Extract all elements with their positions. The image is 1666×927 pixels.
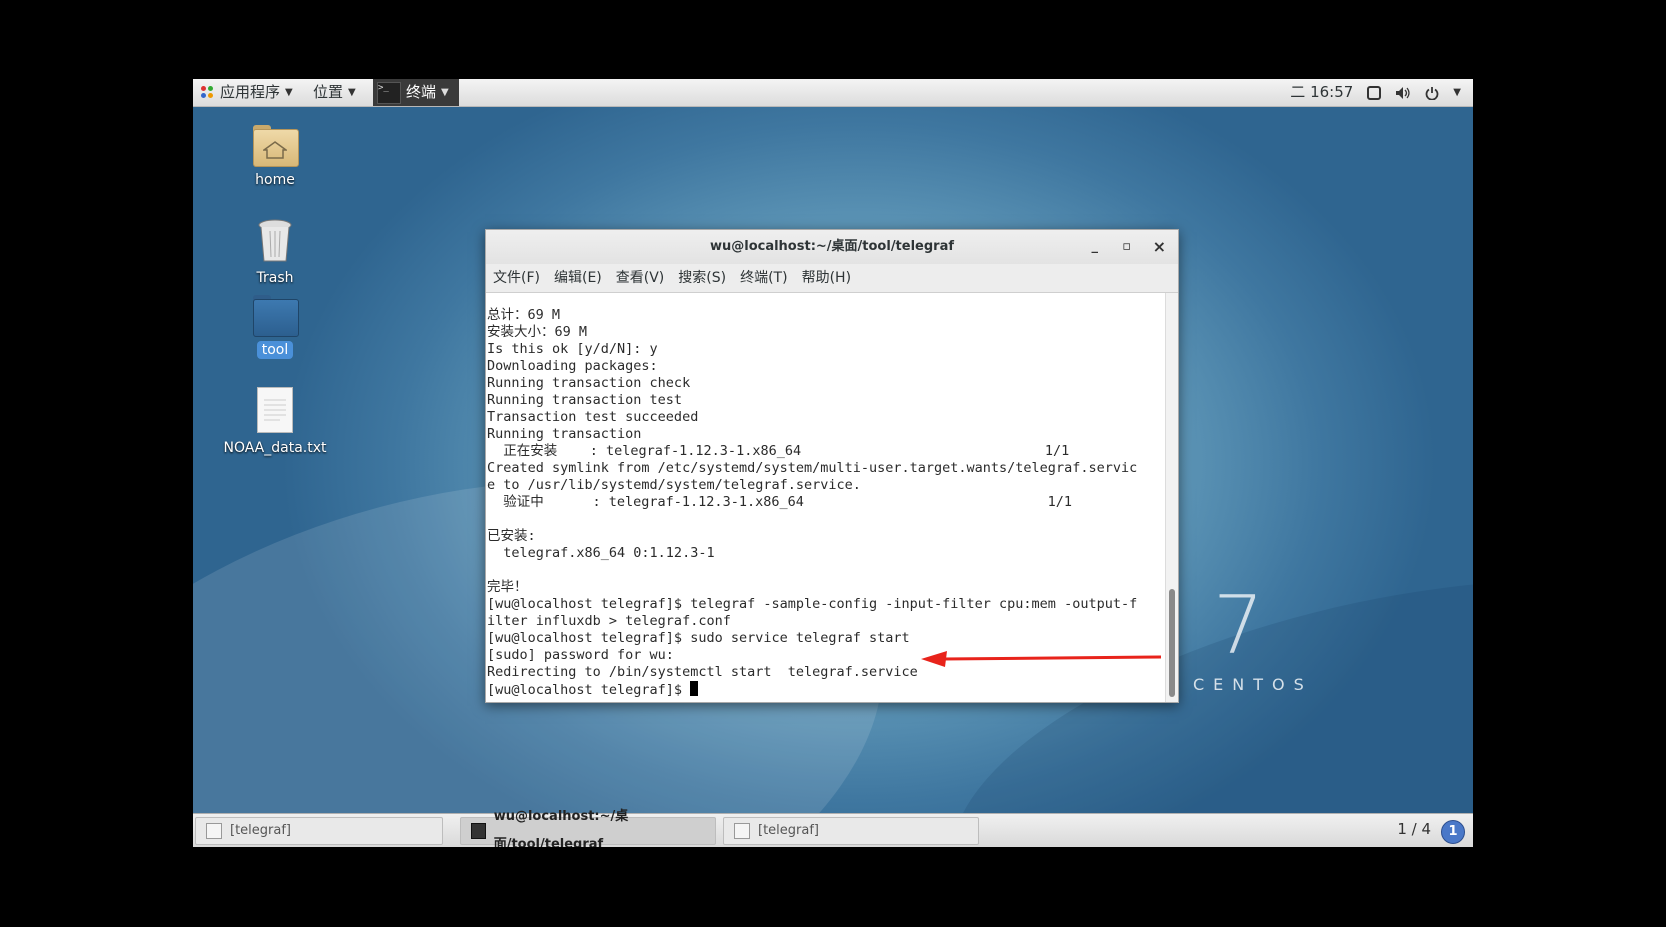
desktop-icon-noaa-data[interactable]: NOAA_data.txt [215,387,335,457]
terminal-line: 总计：69 M [487,307,561,323]
terminal-line: telegraf.x86_64 0:1.12.3-1 [487,545,715,561]
terminal-line: [sudo] password for wu: [487,647,674,663]
terminal-app-label: 终端 [406,83,437,101]
taskbar-item-active[interactable]: wu@localhost:~/桌面/tool/telegraf [460,809,716,847]
terminal-icon [471,823,486,839]
home-folder-icon [253,125,299,167]
bottom-taskbar: [telegraf] wu@localhost:~/桌面/tool/telegr… [193,809,1473,847]
text-cursor [690,681,699,696]
terminal-line: Is this ok [y/d/N]: y [487,341,658,357]
menu-terminal[interactable]: 终端(T) [740,264,787,292]
volume-icon[interactable] [1395,86,1411,100]
chevron-down-icon: ▼ [441,87,449,98]
top-panel: 应用程序 ▼ 位置 ▼ >_ 终端 ▼ 二 16:57 ▼ [193,79,1473,107]
taskbar-item-label: [telegraf] [758,823,819,838]
window-icon [206,823,222,839]
terminal-app-menu[interactable]: >_ 终端 ▼ [373,79,459,106]
places-menu[interactable]: 位置 ▼ [313,79,356,106]
terminal-output[interactable]: 总计：69 M 安装大小：69 M Is this ok [y/d/N]: y … [486,293,1166,702]
menu-help[interactable]: 帮助(H) [802,264,851,292]
desktop: 应用程序 ▼ 位置 ▼ >_ 终端 ▼ 二 16:57 ▼ home Trash… [193,79,1473,847]
text-file-icon [257,387,293,433]
menu-view[interactable]: 查看(V) [616,264,665,292]
menu-file[interactable]: 文件(F) [493,264,540,292]
desktop-icon-tool[interactable]: tool [215,295,335,359]
desktop-icon-label: home [255,172,295,188]
minimize-button[interactable]: _ [1092,230,1099,264]
desktop-icon-home[interactable]: home [215,125,335,189]
terminal-line: 正在安装 : telegraf-1.12.3-1.x86_64 1/1 [487,443,1070,459]
terminal-line: [wu@localhost telegraf]$ sudo service te… [487,630,910,646]
terminal-line: Created symlink from /etc/systemd/system… [487,460,1138,476]
trash-icon [258,219,292,263]
window-titlebar[interactable]: wu@localhost:~/桌面/tool/telegraf _ ▫ × [486,230,1178,264]
applications-label: 应用程序 [220,83,281,101]
menu-edit[interactable]: 编辑(E) [554,264,602,292]
terminal-prompt-line: [wu@localhost telegraf]$ [486,681,1166,699]
clock[interactable]: 二 16:57 [1290,79,1353,106]
taskbar-item[interactable]: [telegraf] [195,817,443,845]
close-button[interactable]: × [1153,230,1166,264]
terminal-line: 安装大小：69 M [487,324,588,340]
workspace-pager[interactable]: 1 / 4 [1397,820,1431,838]
terminal-line: Redirecting to /bin/systemctl start tele… [487,664,918,680]
terminal-icon: >_ [377,81,401,104]
scrollbar-thumb[interactable] [1169,589,1175,697]
terminal-line: Running transaction check [487,375,691,391]
terminal-prompt: [wu@localhost telegraf]$ [487,682,691,698]
terminal-line: 已安装: [487,528,536,544]
terminal-line: [wu@localhost telegraf]$ telegraf -sampl… [487,596,1138,612]
taskbar-item[interactable]: [telegraf] [723,817,979,845]
terminal-line: ilter influxdb > telegraf.conf [487,613,731,629]
apps-icon [201,85,215,100]
menu-bar: 文件(F) 编辑(E) 查看(V) 搜索(S) 终端(T) 帮助(H) [486,264,1178,293]
notification-badge[interactable]: 1 [1441,820,1465,844]
taskbar-item-label: [telegraf] [230,823,291,838]
centos-logo-text: CENTOS [1193,675,1313,694]
chevron-down-icon[interactable]: ▼ [1453,79,1461,106]
chevron-down-icon: ▼ [285,87,293,98]
system-tray: 二 16:57 ▼ [1290,79,1473,106]
centos-logo-number: 7 [1213,579,1264,672]
terminal-line: Running transaction [487,426,642,442]
terminal-window[interactable]: wu@localhost:~/桌面/tool/telegraf _ ▫ × 文件… [485,229,1179,703]
terminal-line: Downloading packages: [487,358,658,374]
applications-menu[interactable]: 应用程序 ▼ [201,79,293,106]
display-icon[interactable] [1367,85,1382,100]
desktop-icon-label: NOAA_data.txt [223,440,327,456]
terminal-text: 总计：69 M 安装大小：69 M Is this ok [y/d/N]: y … [486,307,1166,681]
menu-search[interactable]: 搜索(S) [678,264,726,292]
taskbar-item-label: wu@localhost:~/桌面/tool/telegraf [493,809,629,847]
maximize-button[interactable]: ▫ [1122,230,1131,264]
terminal-line: 验证中 : telegraf-1.12.3-1.x86_64 1/1 [487,494,1073,510]
desktop-icon-trash[interactable]: Trash [215,219,335,287]
places-label: 位置 [313,83,344,101]
desktop-icon-label: Trash [256,270,294,286]
terminal-line: Transaction test succeeded [487,409,699,425]
scrollbar[interactable] [1165,293,1178,702]
power-icon[interactable] [1425,86,1439,100]
desktop-icon-label: tool [256,341,294,359]
terminal-line: 完毕！ [487,579,528,595]
window-title: wu@localhost:~/桌面/tool/telegraf [709,239,955,254]
terminal-line: e to /usr/lib/systemd/system/telegraf.se… [487,477,861,493]
terminal-line: Running transaction test [487,392,683,408]
chevron-down-icon: ▼ [348,87,356,98]
folder-icon [253,295,299,337]
window-icon [734,823,750,839]
red-arrow-annotation [921,651,1161,667]
